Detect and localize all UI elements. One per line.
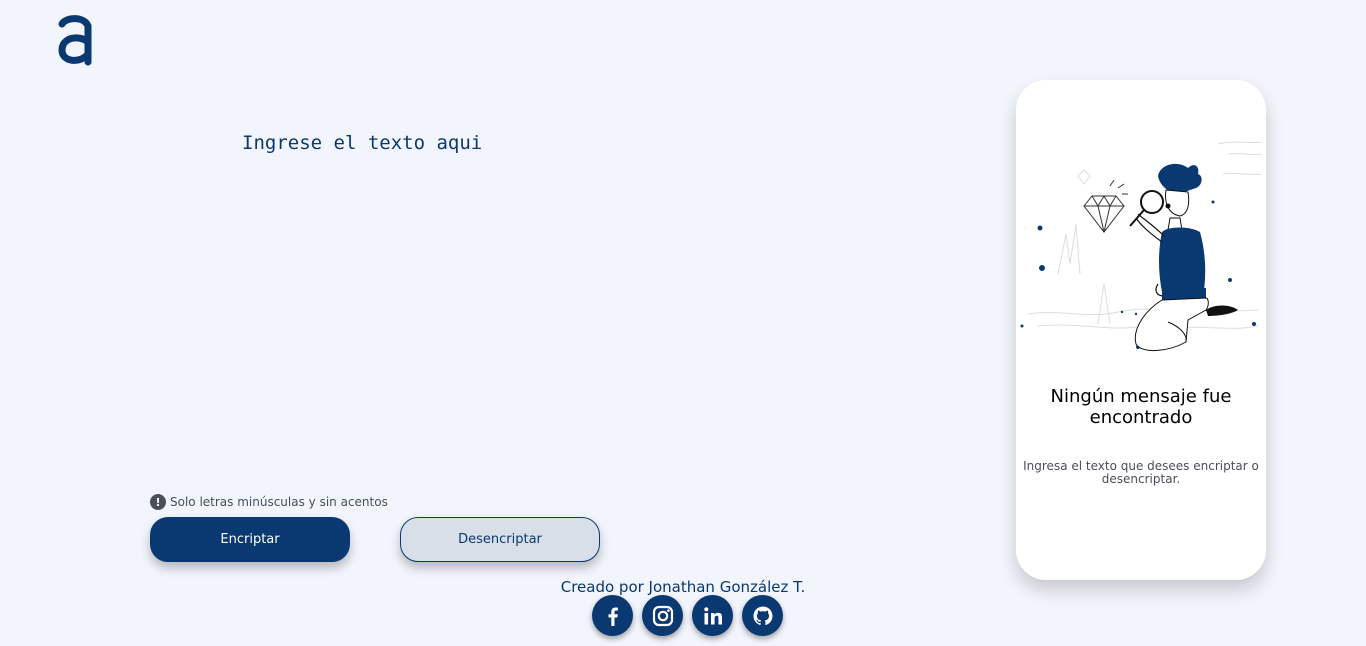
text-input[interactable] <box>240 128 944 476</box>
social-links <box>592 595 783 636</box>
linkedin-icon[interactable] <box>692 595 733 636</box>
alura-logo-icon[interactable] <box>56 14 94 66</box>
encrypt-button[interactable]: Encriptar <box>150 517 350 562</box>
page: ! Solo letras minúsculas y sin acentos E… <box>0 0 1366 646</box>
github-icon[interactable] <box>742 595 783 636</box>
hint: ! Solo letras minúsculas y sin acentos <box>150 494 388 510</box>
instagram-icon[interactable] <box>642 595 683 636</box>
hint-text: Solo letras minúsculas y sin acentos <box>170 495 388 509</box>
no-message-subtitle: Ingresa el texto que desees encriptar o … <box>1023 459 1259 486</box>
decrypt-button[interactable]: Desencriptar <box>400 517 600 562</box>
no-message-title: Ningún mensaje fue encontrado <box>1050 386 1232 428</box>
output-panel: Ningún mensaje fue encontrado Ingresa el… <box>1016 80 1266 580</box>
footer-credit: Creado por Jonathan González T. <box>560 578 806 596</box>
person-with-magnifying-glass-illustration <box>1020 141 1263 351</box>
facebook-icon[interactable] <box>592 595 633 636</box>
exclamation-circle-icon: ! <box>150 494 166 510</box>
